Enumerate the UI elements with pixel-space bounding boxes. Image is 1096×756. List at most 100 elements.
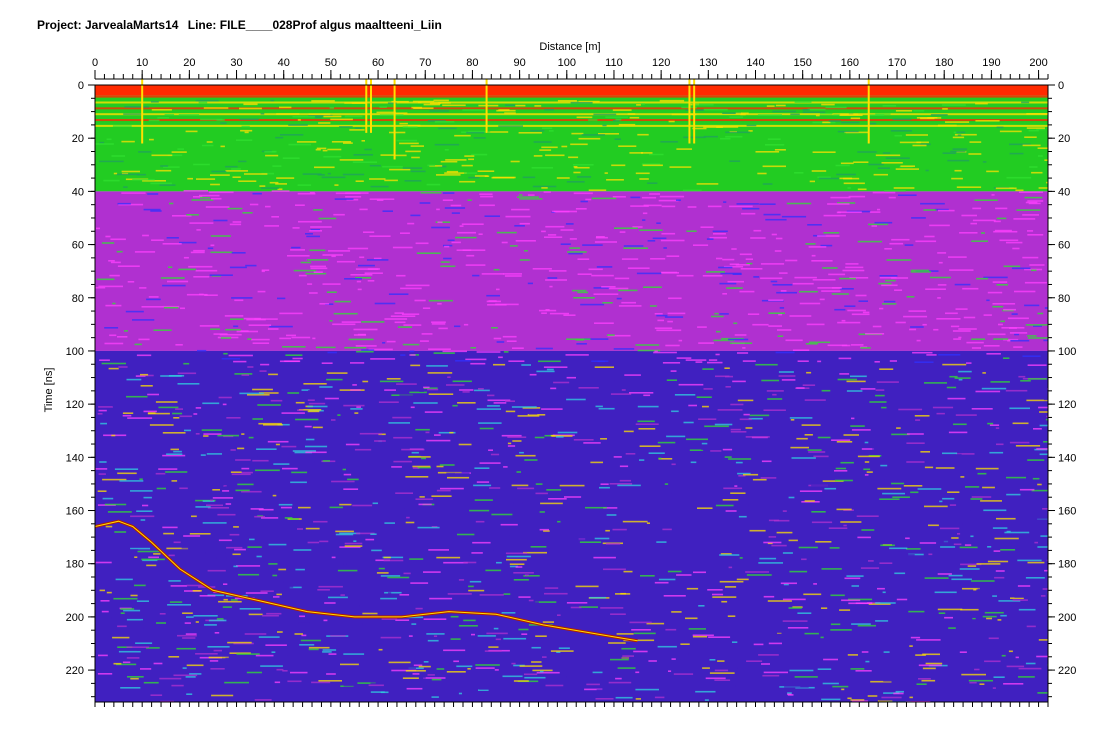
texture-streak [715, 625, 722, 627]
texture-streak [447, 593, 472, 595]
texture-streak [151, 239, 164, 241]
texture-streak [232, 221, 242, 223]
texture-streak [311, 100, 335, 102]
texture-streak [921, 679, 936, 682]
texture-streak [229, 266, 247, 269]
texture-streak [964, 582, 975, 584]
texture-streak [309, 369, 334, 372]
texture-streak [1006, 665, 1025, 668]
texture-streak [272, 494, 277, 497]
texture-streak [458, 579, 465, 581]
texture-streak [542, 621, 554, 623]
texture-streak [412, 465, 431, 468]
texture-streak [942, 363, 967, 366]
texture-streak [395, 492, 413, 494]
texture-streak [326, 291, 337, 293]
texture-streak [405, 670, 426, 672]
texture-streak [706, 271, 725, 273]
texture-streak [281, 445, 297, 448]
texture-streak [1022, 144, 1041, 147]
texture-streak [591, 197, 617, 200]
texture-streak [250, 456, 258, 458]
texture-streak [126, 378, 142, 381]
texture-streak [986, 353, 1001, 355]
texture-streak [168, 375, 185, 377]
texture-streak [343, 653, 365, 655]
texture-streak [173, 674, 198, 677]
texture-streak [616, 297, 622, 300]
texture-streak [776, 291, 797, 294]
texture-streak [778, 272, 788, 274]
texture-streak [419, 202, 431, 204]
texture-streak [492, 176, 516, 179]
texture-streak [918, 664, 942, 667]
texture-streak [969, 141, 982, 143]
texture-streak [440, 387, 447, 390]
texture-streak [725, 586, 737, 588]
texture-streak [545, 684, 564, 687]
texture-streak [686, 438, 708, 441]
texture-streak [857, 624, 876, 627]
texture-streak [328, 596, 348, 599]
texture-streak [519, 198, 543, 200]
texture-streak [582, 244, 603, 246]
texture-streak [177, 634, 197, 637]
texture-streak [458, 443, 472, 446]
texture-streak [98, 473, 106, 475]
texture-streak [998, 323, 1003, 326]
texture-streak [208, 191, 234, 194]
texture-streak [1031, 171, 1043, 174]
texture-streak [419, 340, 429, 342]
texture-streak [240, 129, 253, 132]
texture-streak [643, 394, 651, 397]
texture-streak [762, 183, 773, 185]
texture-streak [95, 143, 114, 145]
texture-streak [521, 364, 531, 366]
texture-streak [334, 300, 351, 303]
texture-streak [272, 165, 282, 167]
texture-streak [568, 252, 583, 255]
texture-streak [310, 267, 328, 270]
texture-streak [853, 161, 869, 163]
texture-streak [472, 541, 491, 544]
texture-streak [293, 549, 312, 551]
texture-streak [423, 677, 446, 679]
texture-streak [447, 476, 470, 479]
texture-streak [700, 226, 714, 228]
texture-streak [463, 323, 469, 326]
texture-streak [916, 117, 938, 119]
texture-streak [527, 282, 533, 285]
texture-streak [1012, 422, 1029, 425]
texture-streak [808, 451, 826, 453]
texture-streak [365, 538, 375, 541]
texture-streak [557, 100, 577, 102]
texture-streak [606, 334, 615, 336]
texture-streak [928, 524, 939, 527]
texture-streak [369, 235, 391, 237]
texture-streak [794, 101, 812, 103]
texture-streak [544, 108, 554, 111]
texture-streak [275, 136, 284, 139]
texture-streak [564, 496, 582, 498]
texture-streak [882, 492, 905, 495]
texture-streak [186, 616, 194, 618]
texture-streak [429, 597, 453, 600]
texture-streak [355, 268, 379, 270]
texture-streak [135, 513, 161, 515]
texture-streak [761, 379, 780, 382]
texture-streak [473, 137, 486, 139]
texture-streak [1021, 101, 1030, 104]
texture-streak [760, 477, 777, 479]
texture-streak [860, 347, 871, 349]
texture-streak [285, 354, 303, 356]
texture-streak [116, 250, 123, 253]
texture-streak [909, 696, 913, 699]
texture-streak [155, 401, 178, 403]
texture-streak [614, 227, 638, 229]
texture-streak [210, 244, 215, 247]
texture-streak [173, 417, 180, 419]
texture-streak [371, 665, 375, 668]
texture-streak [956, 186, 982, 188]
texture-streak [440, 160, 458, 163]
texture-streak [993, 676, 1005, 678]
